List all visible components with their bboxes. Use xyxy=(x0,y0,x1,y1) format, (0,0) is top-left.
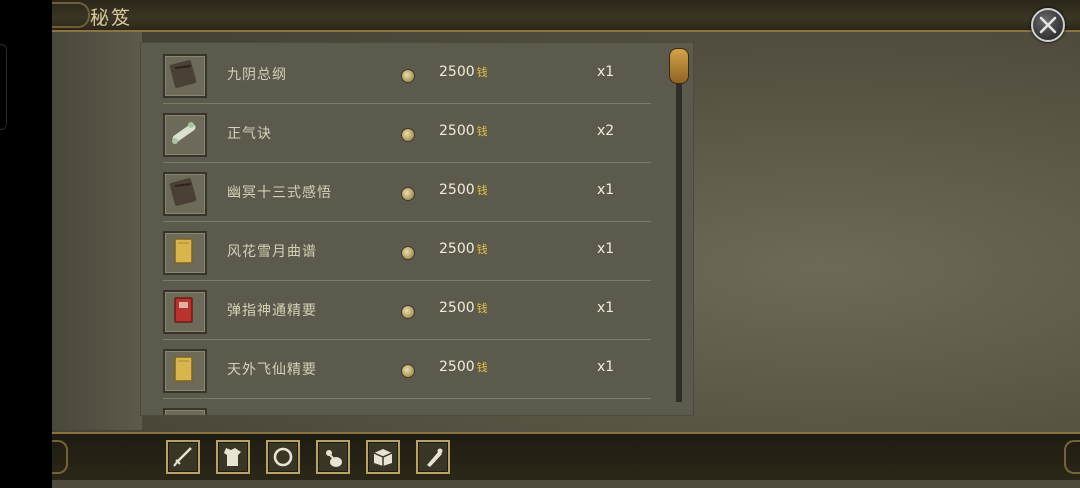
price-value: 2500 xyxy=(439,300,475,316)
coin-icon xyxy=(401,246,415,260)
item-price: 2500 钱 xyxy=(439,123,488,139)
close-icon xyxy=(1039,16,1057,34)
item-price: 2500 钱 xyxy=(439,300,488,316)
currency-label: 钱 xyxy=(476,66,488,79)
device-bezel xyxy=(0,0,52,488)
price-value: 2500 xyxy=(439,359,475,375)
category-bar xyxy=(52,432,1080,482)
item-name: 幽冥十三式感悟 xyxy=(227,185,332,201)
currency-label: 钱 xyxy=(476,125,488,138)
title-ornament xyxy=(52,2,90,28)
price-value: 2500 xyxy=(439,123,475,139)
item-quantity: x1 xyxy=(597,182,615,198)
item-slot[interactable] xyxy=(163,349,207,393)
item-quantity: x1 xyxy=(597,241,615,257)
coin-icon xyxy=(401,187,415,201)
bar-ornament-left xyxy=(52,440,68,474)
title-bar: 秘笈 xyxy=(52,0,1080,32)
item-slot[interactable] xyxy=(163,290,207,334)
screen: 秘笈 九阴总纲 2500 钱 x1 正气诀 2500 钱 x2 幽冥十三式感悟 … xyxy=(0,0,1080,488)
item-slot[interactable] xyxy=(163,172,207,216)
clothing-icon xyxy=(224,448,241,466)
parchment-background xyxy=(52,30,142,430)
item-slot[interactable] xyxy=(163,231,207,275)
list-item[interactable]: 弹指神通精要 2500 钱 x1 xyxy=(163,281,651,340)
book-icon xyxy=(373,449,393,466)
item-slot[interactable] xyxy=(163,113,207,157)
red-book-icon xyxy=(174,297,193,323)
list-item[interactable]: 九阴总纲 2500 钱 x1 xyxy=(163,45,651,104)
currency-label: 钱 xyxy=(476,302,488,315)
scroll-icon xyxy=(172,122,196,144)
list-item[interactable]: 天外飞仙精要 2500 钱 x1 xyxy=(163,340,651,399)
currency-label: 钱 xyxy=(476,243,488,256)
scrollbar-thumb[interactable] xyxy=(669,48,689,84)
coin-icon xyxy=(401,128,415,142)
tab-scroll[interactable] xyxy=(416,440,450,474)
bezel-notch xyxy=(0,44,7,130)
close-button[interactable] xyxy=(1031,8,1065,42)
currency-label: 钱 xyxy=(476,184,488,197)
list-item-partial[interactable] xyxy=(163,399,651,415)
item-name: 风花雪月曲谱 xyxy=(227,244,317,260)
list-item[interactable]: 正气诀 2500 钱 x2 xyxy=(163,104,651,163)
list-item[interactable]: 风花雪月曲谱 2500 钱 x1 xyxy=(163,222,651,281)
tab-potion[interactable] xyxy=(316,440,350,474)
scrollbar-track[interactable] xyxy=(676,62,682,402)
item-quantity: x1 xyxy=(597,300,615,316)
gourd-icon xyxy=(326,450,342,467)
currency-label: 钱 xyxy=(476,361,488,374)
tab-armor[interactable] xyxy=(216,440,250,474)
price-value: 2500 xyxy=(439,182,475,198)
item-name: 弹指神通精要 xyxy=(227,303,317,319)
price-value: 2500 xyxy=(439,241,475,257)
item-price: 2500 钱 xyxy=(439,241,488,257)
tab-weapon[interactable] xyxy=(166,440,200,474)
tab-ring[interactable] xyxy=(266,440,300,474)
game-window: 秘笈 九阴总纲 2500 钱 x1 正气诀 2500 钱 x2 幽冥十三式感悟 … xyxy=(52,0,1080,488)
coin-icon xyxy=(401,69,415,83)
dark-book-icon xyxy=(169,178,197,206)
item-quantity: x1 xyxy=(597,64,615,80)
coin-icon xyxy=(401,364,415,378)
bar-ornament-right xyxy=(1064,440,1080,474)
item-price: 2500 钱 xyxy=(439,64,488,80)
scroll-icon xyxy=(427,448,443,467)
sword-icon xyxy=(173,447,192,467)
item-name: 正气诀 xyxy=(227,126,272,142)
item-quantity: x1 xyxy=(597,359,615,375)
tab-book[interactable] xyxy=(366,440,400,474)
item-quantity: x2 xyxy=(597,123,615,139)
price-value: 2500 xyxy=(439,64,475,80)
dark-book-icon xyxy=(169,60,197,88)
item-price: 2500 钱 xyxy=(439,182,488,198)
item-name: 天外飞仙精要 xyxy=(227,362,317,378)
ring-icon xyxy=(273,447,293,467)
footer-strip xyxy=(52,480,1080,488)
list-item[interactable]: 幽冥十三式感悟 2500 钱 x1 xyxy=(163,163,651,222)
yellow-book-icon xyxy=(174,356,193,382)
item-name: 九阴总纲 xyxy=(227,67,287,83)
page-title: 秘笈 xyxy=(90,7,133,29)
coin-icon xyxy=(401,305,415,319)
item-price: 2500 钱 xyxy=(439,359,488,375)
yellow-book-icon xyxy=(174,238,193,264)
item-list[interactable]: 九阴总纲 2500 钱 x1 正气诀 2500 钱 x2 幽冥十三式感悟 2500 钱… xyxy=(140,42,694,416)
item-slot[interactable] xyxy=(163,54,207,98)
item-slot[interactable] xyxy=(163,408,207,415)
